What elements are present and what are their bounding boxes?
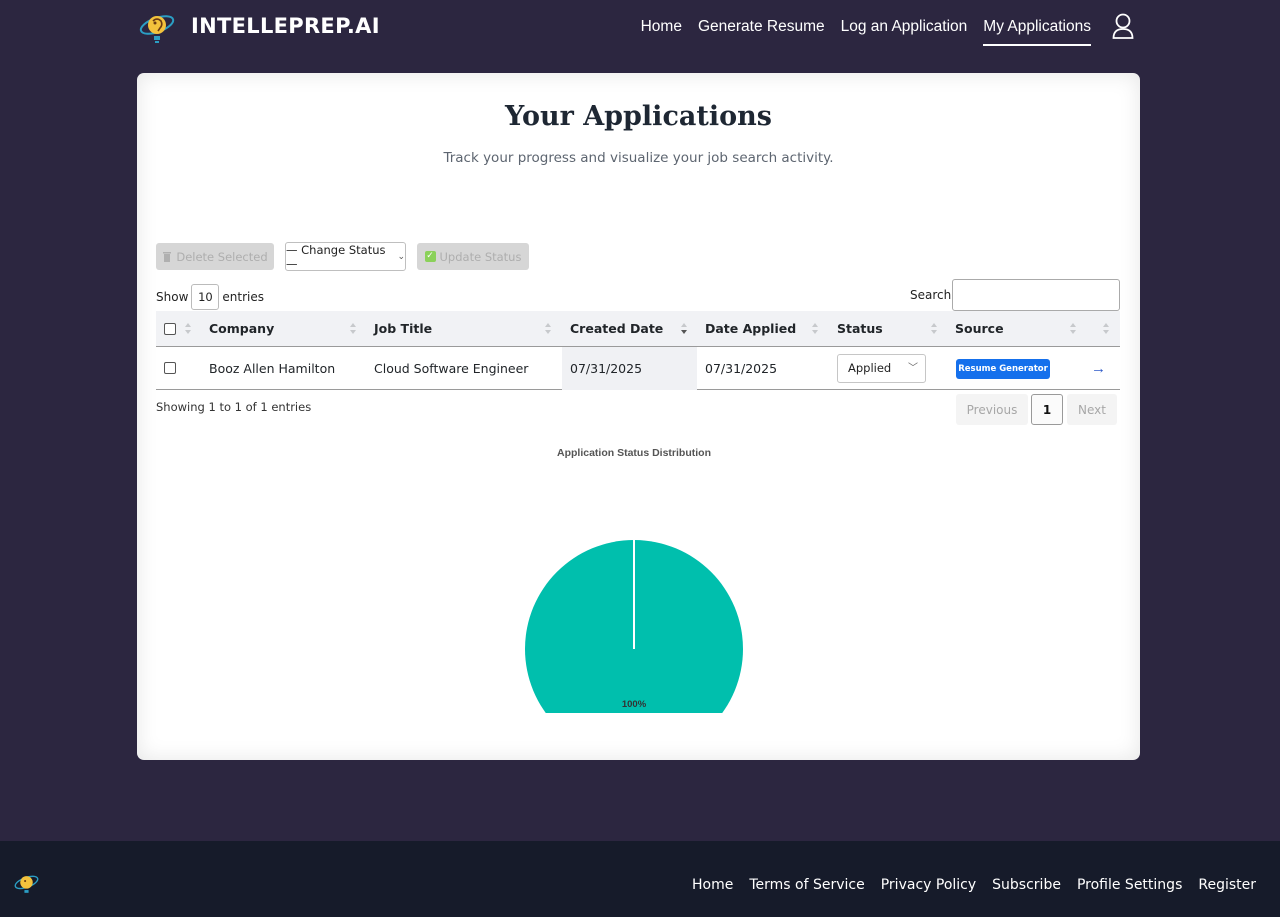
page-subtitle: Track your progress and visualize your j… [443, 150, 834, 166]
top-navbar: INTELLEPREP.AI Home Generate Resume Log … [0, 0, 1280, 56]
applications-card: Your Applications Track your progress an… [137, 73, 1140, 760]
search-label: Search: [910, 288, 956, 302]
pagination-previous[interactable]: Previous [956, 394, 1028, 425]
nav-home[interactable]: Home [641, 18, 682, 46]
user-icon[interactable] [1112, 13, 1134, 39]
footer-link-privacy[interactable]: Privacy Policy [881, 877, 976, 893]
nav-my-applications[interactable]: My Applications [983, 18, 1091, 46]
source-badge: Resume Generator [956, 359, 1050, 379]
update-status-label: Update Status [439, 249, 522, 264]
cell-company: Booz Allen Hamilton [209, 361, 336, 376]
column-source[interactable]: Source [955, 311, 1004, 347]
sort-icon[interactable] [1103, 322, 1109, 335]
trash-icon [163, 252, 172, 262]
brand-name[interactable]: INTELLEPREP.AI [191, 14, 380, 38]
sort-icon[interactable] [931, 322, 937, 335]
sort-icon[interactable] [812, 322, 818, 335]
sort-icon[interactable] [545, 322, 551, 335]
pie-slices: 100% [525, 540, 743, 713]
brain-logo-icon[interactable] [139, 9, 175, 47]
column-company[interactable]: Company [209, 311, 274, 347]
change-status-label: — Change Status — [286, 242, 386, 271]
sort-icon[interactable] [350, 322, 356, 335]
footer-links: Home Terms of Service Privacy Policy Sub… [692, 877, 1256, 893]
chart-title: Application Status Distribution [557, 447, 711, 459]
nav-log-application[interactable]: Log an Application [841, 18, 968, 46]
select-all-checkbox[interactable] [164, 323, 176, 335]
page-title: Your Applications [505, 101, 772, 132]
table-info: Showing 1 to 1 of 1 entries [156, 400, 312, 414]
nav-generate-resume[interactable]: Generate Resume [698, 18, 825, 46]
change-status-select[interactable]: — Change Status — ⌄ [285, 242, 406, 271]
footer-link-terms[interactable]: Terms of Service [749, 877, 864, 893]
column-job-title[interactable]: Job Title [374, 311, 432, 347]
check-icon: ✓ [424, 251, 436, 262]
sort-icon[interactable] [185, 322, 191, 335]
pagination-page-1[interactable]: 1 [1031, 394, 1063, 425]
delete-selected-button[interactable]: Delete Selected [156, 243, 274, 270]
column-date-applied[interactable]: Date Applied [705, 311, 796, 347]
status-pie-chart: Application Status Distribution 100% App… [525, 447, 743, 713]
footer-link-subscribe[interactable]: Subscribe [992, 877, 1061, 893]
sort-icon[interactable] [1070, 322, 1076, 335]
row-status-select[interactable]: Applied ﹀ [837, 354, 926, 383]
delete-selected-label: Delete Selected [176, 249, 268, 264]
row-checkbox[interactable] [164, 362, 176, 374]
update-status-button[interactable]: ✓ Update Status [417, 243, 529, 270]
column-status[interactable]: Status [837, 311, 883, 347]
main-nav: Home Generate Resume Log an Application … [641, 18, 1091, 46]
chevron-down-icon: ﹀ [908, 363, 918, 374]
sort-desc-icon[interactable] [681, 322, 687, 335]
pagination-next[interactable]: Next [1067, 394, 1117, 425]
footer: Home Terms of Service Privacy Policy Sub… [0, 841, 1280, 917]
column-created-date[interactable]: Created Date [570, 311, 663, 347]
row-status-value: Applied [848, 361, 892, 375]
show-label: Show [156, 290, 189, 304]
search-input[interactable] [952, 279, 1120, 311]
cell-job-title: Cloud Software Engineer [374, 361, 529, 376]
cell-created-date: 07/31/2025 [570, 361, 643, 376]
entries-label: entries [222, 290, 264, 304]
pie-data-label: 100% [622, 699, 647, 710]
chevron-down-icon: ⌄ [397, 251, 405, 262]
arrow-right-icon[interactable]: → [1091, 347, 1106, 390]
footer-link-register[interactable]: Register [1198, 877, 1256, 893]
footer-link-profile-settings[interactable]: Profile Settings [1077, 877, 1182, 893]
brain-logo-icon[interactable] [14, 871, 39, 898]
cell-date-applied: 07/31/2025 [705, 361, 778, 376]
table-header: Company Job Title Created Date Date Appl… [156, 311, 1120, 347]
entries-value: 10 [198, 290, 213, 304]
table-row: Booz Allen Hamilton Cloud Software Engin… [156, 347, 1120, 390]
footer-link-home[interactable]: Home [692, 877, 733, 893]
entries-select[interactable]: 10 [191, 284, 220, 310]
entries-length-control: Show 10 entries [156, 284, 264, 310]
